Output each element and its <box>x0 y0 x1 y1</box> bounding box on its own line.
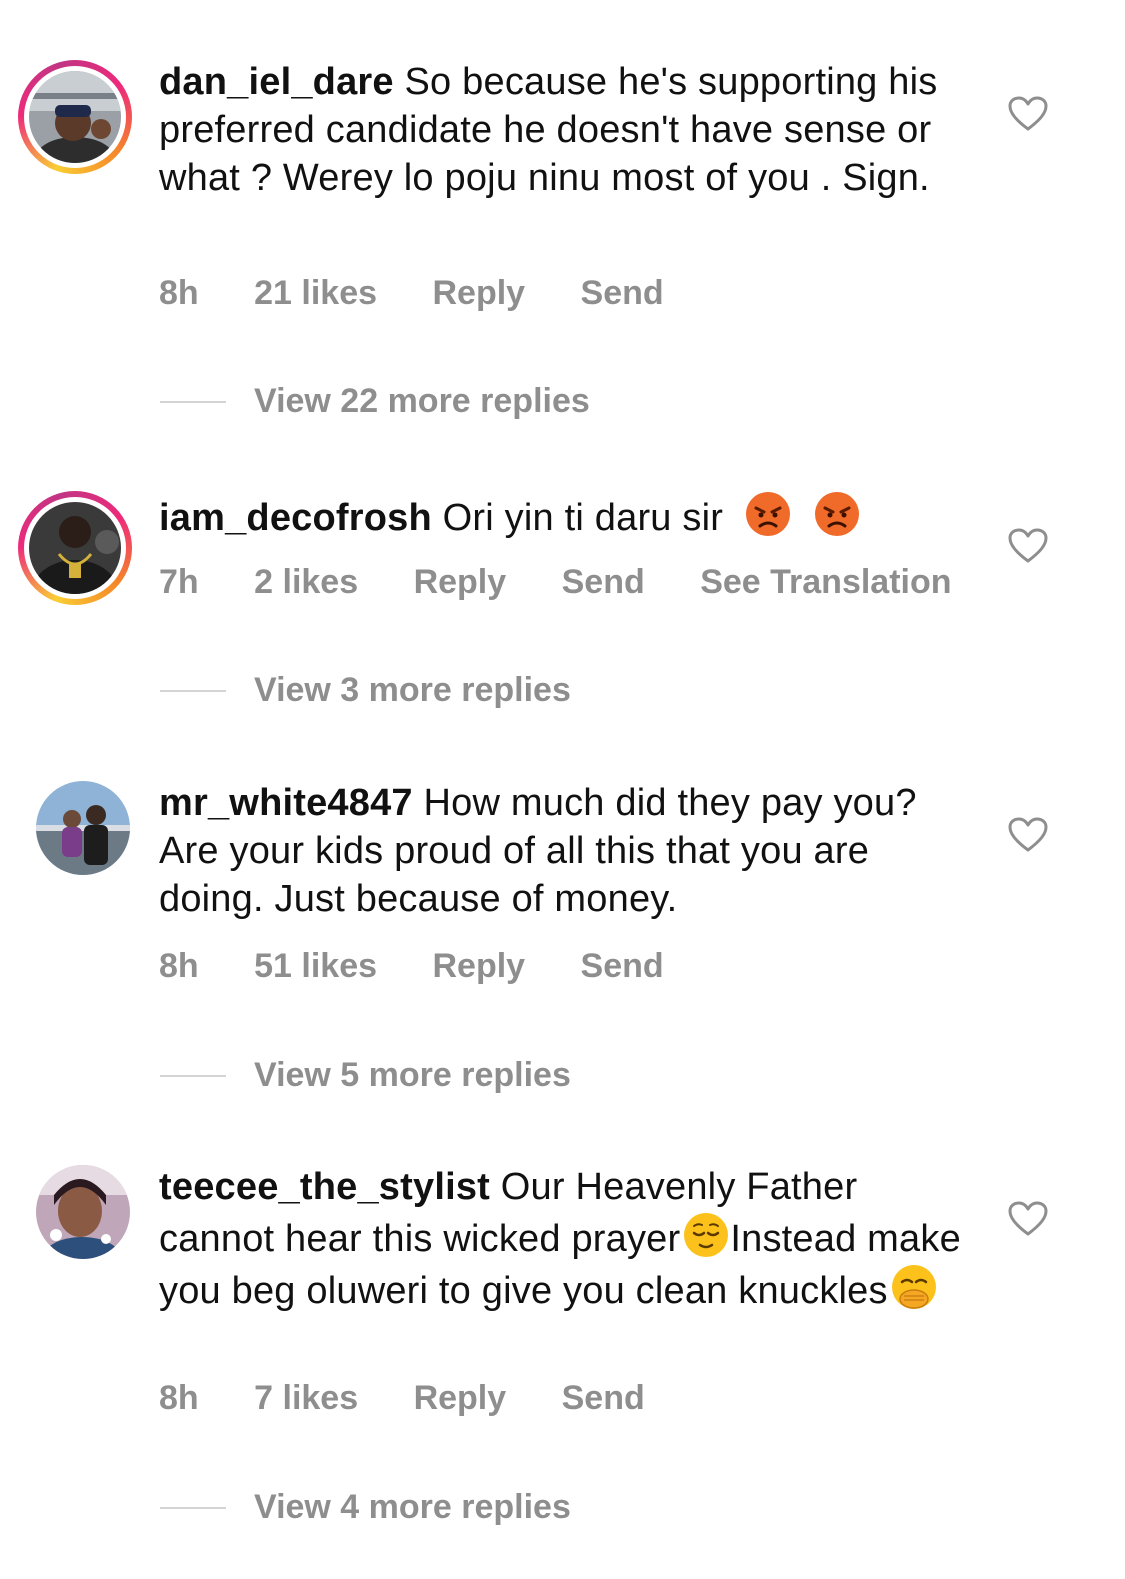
avatar[interactable] <box>36 781 130 875</box>
heart-icon[interactable] <box>1008 1201 1048 1237</box>
avatar-border <box>24 66 126 168</box>
avatar-story-ring[interactable] <box>18 491 132 605</box>
angry-face-icon <box>745 492 790 536</box>
angry-face-icon <box>814 492 859 536</box>
heart-icon[interactable] <box>1008 817 1048 853</box>
send-button[interactable]: Send <box>562 563 645 601</box>
view-replies-button[interactable]: View 5 more replies <box>160 1056 571 1095</box>
face-with-hand-over-mouth-icon <box>891 1265 936 1309</box>
view-replies-label: View 5 more replies <box>254 1056 571 1094</box>
heart-icon[interactable] <box>1008 96 1048 132</box>
view-replies-button[interactable]: View 3 more replies <box>160 671 571 710</box>
reply-button[interactable]: Reply <box>432 274 525 312</box>
view-replies-button[interactable]: View 22 more replies <box>160 382 590 421</box>
comment-time: 8h <box>159 1379 199 1417</box>
comment-time: 8h <box>159 274 199 312</box>
comment-meta: 8h 21 likes Reply Send <box>159 274 710 313</box>
send-button[interactable]: Send <box>581 274 664 312</box>
reply-button[interactable]: Reply <box>414 1379 507 1417</box>
comment-time: 7h <box>159 563 199 601</box>
comment-likes[interactable]: 51 likes <box>254 947 377 985</box>
comment-meta: 8h 51 likes Reply Send <box>159 947 710 986</box>
reply-button[interactable]: Reply <box>432 947 525 985</box>
comment-meta: 7h 2 likes Reply Send See Translation <box>159 563 998 602</box>
heart-icon[interactable] <box>1008 528 1048 564</box>
comment-text: dan_iel_dare So because he's supporting … <box>159 58 979 202</box>
relieved-face-icon <box>684 1213 729 1257</box>
comment-body: Ori yin ti daru sir <box>442 497 724 539</box>
comment-likes[interactable]: 2 likes <box>254 563 358 601</box>
comment-username[interactable]: dan_iel_dare <box>159 61 394 103</box>
comment-meta: 8h 7 likes Reply Send <box>159 1379 691 1418</box>
comment-username[interactable]: mr_white4847 <box>159 782 413 824</box>
view-replies-label: View 3 more replies <box>254 671 571 709</box>
comment-likes[interactable]: 7 likes <box>254 1379 358 1417</box>
avatar-border <box>24 497 126 599</box>
comment-time: 8h <box>159 947 199 985</box>
reply-button[interactable]: Reply <box>414 563 507 601</box>
send-button[interactable]: Send <box>562 1379 645 1417</box>
comment-likes[interactable]: 21 likes <box>254 274 377 312</box>
replies-divider <box>160 1506 226 1509</box>
send-button[interactable]: Send <box>581 947 664 985</box>
replies-divider <box>160 689 226 692</box>
avatar <box>29 71 121 163</box>
comment-text: mr_white4847 How much did they pay you? … <box>159 779 979 923</box>
replies-divider <box>160 1074 226 1077</box>
view-replies-label: View 22 more replies <box>254 382 590 420</box>
comment-username[interactable]: teecee_the_stylist <box>159 1166 490 1208</box>
view-replies-label: View 4 more replies <box>254 1488 571 1526</box>
comment-text: iam_decofrosh Ori yin ti daru sir <box>159 490 979 542</box>
replies-divider <box>160 400 226 403</box>
view-replies-button[interactable]: View 4 more replies <box>160 1488 571 1527</box>
avatar <box>29 502 121 594</box>
comment-username[interactable]: iam_decofrosh <box>159 497 432 539</box>
avatar[interactable] <box>36 1165 130 1259</box>
see-translation-button[interactable]: See Translation <box>700 563 951 601</box>
comment-text: teecee_the_stylist Our Heavenly Father c… <box>159 1163 979 1315</box>
avatar-story-ring[interactable] <box>18 60 132 174</box>
